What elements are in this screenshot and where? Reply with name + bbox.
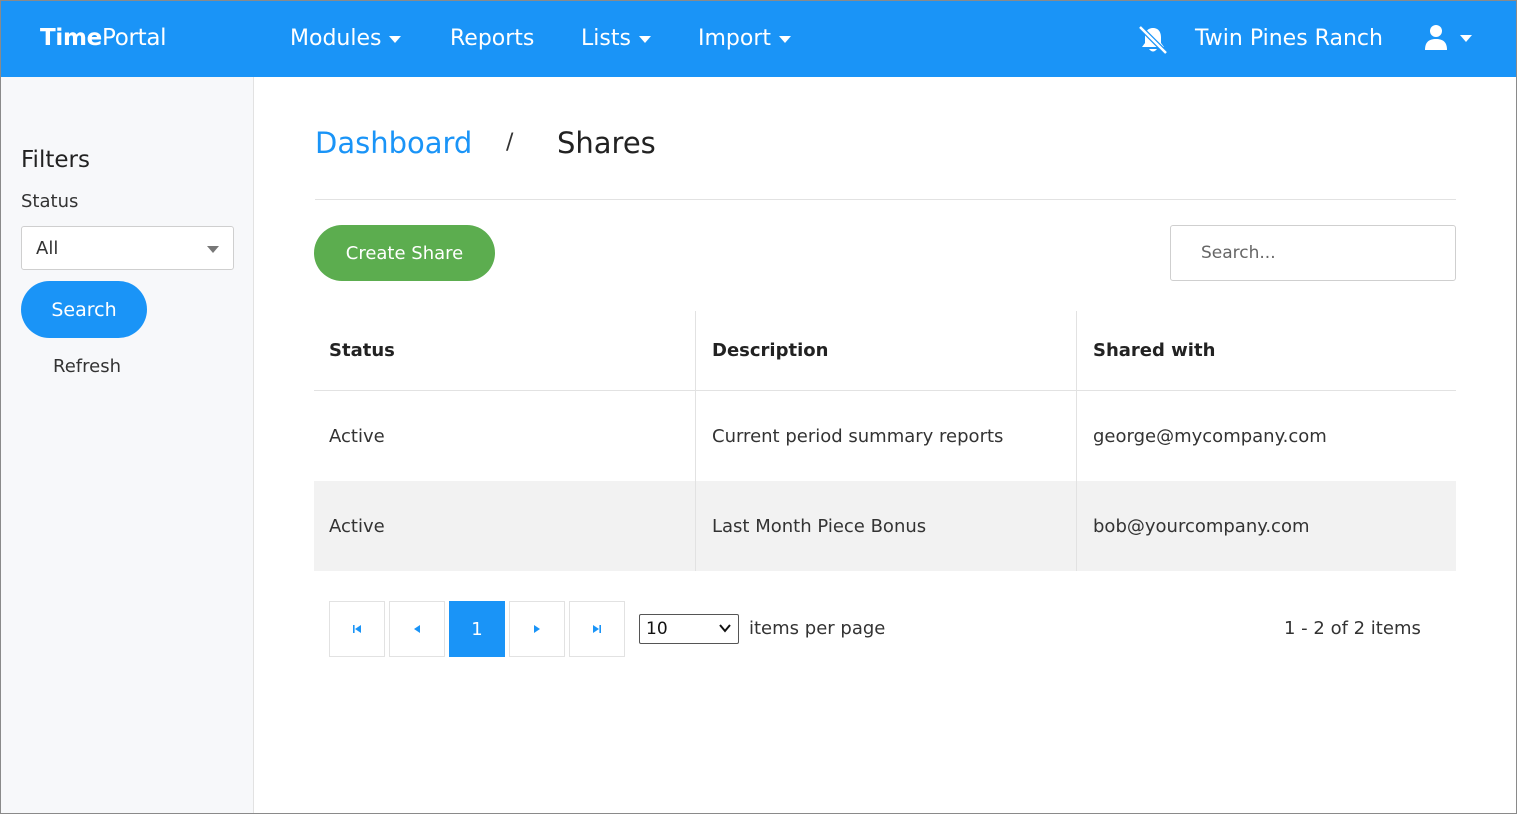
items-per-page-label: items per page <box>749 618 886 639</box>
refresh-link[interactable]: Refresh <box>53 356 121 377</box>
table-row[interactable]: Active Current period summary reports ge… <box>314 391 1456 481</box>
next-page-icon <box>534 625 540 633</box>
column-header-status[interactable]: Status <box>314 311 695 390</box>
nav-import-label: Import <box>698 26 772 51</box>
last-page-icon <box>593 625 601 633</box>
filters-title: Filters <box>21 147 90 173</box>
caret-down-icon <box>779 36 792 43</box>
search-button[interactable]: Search <box>21 281 147 338</box>
first-page-icon <box>353 625 361 633</box>
cell-shared-with: george@mycompany.com <box>1076 391 1456 481</box>
nav-modules-label: Modules <box>290 26 382 51</box>
last-page-button[interactable] <box>569 601 625 657</box>
status-label: Status <box>21 191 79 212</box>
previous-page-button[interactable] <box>389 601 445 657</box>
pagination: 1 <box>329 601 625 657</box>
column-header-shared-with[interactable]: Shared with <box>1076 311 1456 390</box>
bell-slash-icon[interactable] <box>1136 25 1170 55</box>
page-title: Shares <box>557 126 656 160</box>
pager-summary: 1 - 2 of 2 items <box>1284 618 1421 639</box>
chevron-down-icon <box>207 246 219 253</box>
brand-logo[interactable]: TimePortal <box>40 25 167 51</box>
chevron-down-icon <box>719 624 731 633</box>
top-navbar: TimePortal Modules Reports Lists Import … <box>1 1 1516 77</box>
cell-description: Last Month Piece Bonus <box>695 481 1076 571</box>
create-share-button[interactable]: Create Share <box>314 225 495 281</box>
filters-sidebar: Filters Status All Search Refresh <box>1 77 254 813</box>
shares-table: Status Description Shared with Active Cu… <box>314 311 1456 571</box>
caret-down-icon <box>638 36 651 43</box>
search-input[interactable] <box>1170 225 1456 281</box>
cell-status: Active <box>329 515 385 537</box>
user-icon <box>1425 25 1447 50</box>
column-header-description[interactable]: Description <box>695 311 1076 390</box>
table-header-row: Status Description Shared with <box>314 311 1456 391</box>
header-divider <box>315 199 1456 200</box>
cell-shared-with: bob@yourcompany.com <box>1076 481 1456 571</box>
page-size-value: 10 <box>646 619 668 639</box>
nav-reports[interactable]: Reports <box>450 26 534 51</box>
status-select-value: All <box>36 238 59 259</box>
nav-import[interactable]: Import <box>698 26 792 51</box>
table-row[interactable]: Active Last Month Piece Bonus bob@yourco… <box>314 481 1456 571</box>
company-name[interactable]: Twin Pines Ranch <box>1195 26 1383 51</box>
status-select[interactable]: All <box>21 226 234 270</box>
nav-modules[interactable]: Modules <box>290 26 402 51</box>
nav-lists[interactable]: Lists <box>581 26 651 51</box>
page-size-select[interactable]: 10 <box>639 614 739 644</box>
breadcrumb-separator: / <box>506 130 514 155</box>
caret-down-icon <box>389 36 402 43</box>
next-page-button[interactable] <box>509 601 565 657</box>
nav-lists-label: Lists <box>581 26 631 51</box>
caret-down-icon <box>1460 34 1472 42</box>
user-menu[interactable] <box>1424 24 1472 50</box>
page-1-button[interactable]: 1 <box>449 601 505 657</box>
first-page-button[interactable] <box>329 601 385 657</box>
cell-status: Active <box>329 425 385 447</box>
breadcrumb-dashboard[interactable]: Dashboard <box>315 126 472 160</box>
cell-description: Current period summary reports <box>695 391 1076 481</box>
previous-page-icon <box>414 625 420 633</box>
nav-reports-label: Reports <box>450 26 535 51</box>
